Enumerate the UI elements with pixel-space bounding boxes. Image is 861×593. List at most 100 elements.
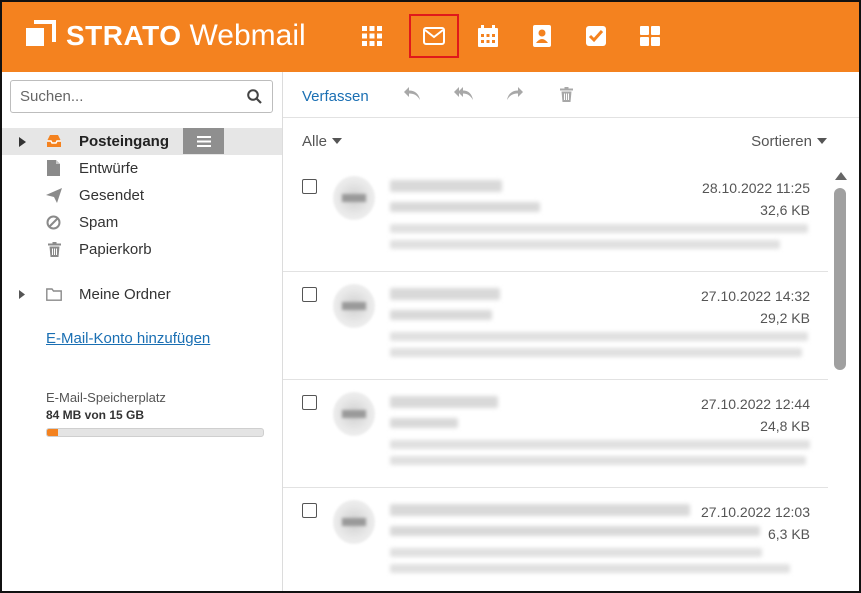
redacted-preview xyxy=(390,224,808,233)
scroll-up-arrow-icon[interactable] xyxy=(835,172,847,180)
apps-grid-button[interactable] xyxy=(347,15,397,57)
redacted-sender xyxy=(390,288,500,300)
draft-icon xyxy=(47,160,60,176)
contacts-app-button[interactable] xyxy=(517,15,567,57)
sort-label: Sortieren xyxy=(751,133,812,150)
search-icon[interactable] xyxy=(247,89,262,104)
contacts-icon xyxy=(533,25,551,47)
list-filter-bar: Alle Sortieren xyxy=(283,118,859,164)
message-row[interactable]: 27.10.2022 14:32 29,2 KB xyxy=(283,272,828,380)
redacted-sender xyxy=(390,180,502,192)
message-size: 29,2 KB xyxy=(760,310,810,326)
product-name: Webmail xyxy=(189,19,306,52)
sender-avatar xyxy=(333,284,375,328)
expand-caret-icon[interactable] xyxy=(19,290,25,299)
message-date: 27.10.2022 14:32 xyxy=(701,288,810,304)
add-email-account-link[interactable]: E-Mail-Konto hinzufügen xyxy=(46,330,210,347)
message-size: 24,8 KB xyxy=(760,418,810,434)
folder-label: Posteingang xyxy=(79,133,170,150)
storage-value: 84 MB von 15 GB xyxy=(46,408,145,422)
scrollbar-thumb[interactable] xyxy=(834,188,846,370)
redacted-sender xyxy=(390,504,690,516)
trash-icon xyxy=(48,242,61,257)
redacted-subject xyxy=(390,202,540,212)
message-date: 28.10.2022 11:25 xyxy=(702,180,810,196)
tasks-icon xyxy=(586,26,606,46)
search-box xyxy=(10,80,273,113)
mail-main-pane: Verfassen Alle Sortieren 28.10.2022 11:2… xyxy=(283,72,859,591)
redacted-preview xyxy=(390,456,806,465)
webmail-window: STRATO Webmail Suchen... Posteingang Ent… xyxy=(0,0,861,593)
inbox-icon xyxy=(47,135,61,147)
redacted-preview xyxy=(390,548,762,557)
folder-trash[interactable]: Papierkorb xyxy=(2,236,282,263)
message-checkbox[interactable] xyxy=(302,503,317,518)
folder-label: Meine Ordner xyxy=(79,286,171,303)
expand-caret-icon[interactable] xyxy=(19,137,26,147)
chevron-down-icon xyxy=(817,138,827,145)
folder-my-folders[interactable]: Meine Ordner xyxy=(2,281,282,308)
folder-label: Gesendet xyxy=(79,187,145,204)
sender-avatar xyxy=(333,392,375,436)
message-checkbox[interactable] xyxy=(302,395,317,410)
redacted-subject xyxy=(390,310,492,320)
calendar-icon xyxy=(478,25,498,47)
folder-sent[interactable]: Gesendet xyxy=(2,182,282,209)
chevron-down-icon xyxy=(332,138,343,145)
calendar-app-button[interactable] xyxy=(463,15,513,57)
sent-icon xyxy=(46,188,62,203)
delete-icon[interactable] xyxy=(560,87,573,102)
filter-label: Alle xyxy=(302,133,328,150)
redacted-preview xyxy=(390,348,802,357)
folder-label: Spam xyxy=(79,214,119,231)
message-row[interactable]: 27.10.2022 12:03 6,3 KB xyxy=(283,488,828,591)
redacted-preview xyxy=(390,564,790,573)
storage-usage-bar xyxy=(46,428,264,437)
strato-logo[interactable]: STRATO Webmail xyxy=(26,18,306,54)
redacted-sender xyxy=(390,396,498,408)
message-list: 28.10.2022 11:25 32,6 KB 27.10.2022 14:3… xyxy=(283,164,828,591)
message-date: 27.10.2022 12:03 xyxy=(701,504,810,520)
message-row[interactable]: 28.10.2022 11:25 32,6 KB xyxy=(283,164,828,272)
redacted-preview xyxy=(390,332,808,341)
reply-all-icon[interactable] xyxy=(454,86,474,101)
strato-logo-mark xyxy=(26,20,58,52)
tasks-app-button[interactable] xyxy=(571,15,621,57)
folder-label: Papierkorb xyxy=(79,241,152,258)
mail-app-button[interactable] xyxy=(409,14,459,58)
sender-avatar xyxy=(333,176,375,220)
message-list-scrollbar[interactable] xyxy=(830,164,850,591)
redacted-preview xyxy=(390,440,810,449)
folder-icon xyxy=(46,288,62,301)
folder-inbox[interactable]: Posteingang xyxy=(2,128,282,155)
folder-sidebar: Posteingang Entwürfe Gesendet xyxy=(2,72,283,591)
filter-dropdown[interactable]: Alle xyxy=(302,133,343,150)
dashboard-app-button[interactable] xyxy=(625,15,675,57)
message-row[interactable]: 27.10.2022 12:44 24,8 KB xyxy=(283,380,828,488)
message-checkbox[interactable] xyxy=(302,179,317,194)
redacted-subject xyxy=(390,526,760,536)
reply-icon[interactable] xyxy=(403,86,421,101)
folder-menu-button[interactable] xyxy=(183,128,224,154)
mail-icon xyxy=(423,27,445,45)
spam-icon xyxy=(46,215,61,230)
mail-toolbar: Verfassen xyxy=(283,72,859,118)
storage-label: E-Mail-Speicherplatz xyxy=(46,390,166,405)
message-checkbox[interactable] xyxy=(302,287,317,302)
redacted-preview xyxy=(390,240,780,249)
top-bar: STRATO Webmail xyxy=(2,2,859,72)
forward-icon[interactable] xyxy=(506,86,524,101)
brand-name: STRATO xyxy=(66,20,182,51)
folder-spam[interactable]: Spam xyxy=(2,209,282,236)
search-input[interactable] xyxy=(11,81,236,112)
sender-avatar xyxy=(333,500,375,544)
apps-grid-icon xyxy=(362,26,382,46)
dashboard-icon xyxy=(640,26,660,46)
hamburger-icon xyxy=(196,135,211,147)
compose-button[interactable]: Verfassen xyxy=(302,88,369,105)
message-size: 6,3 KB xyxy=(767,526,810,542)
message-size: 32,6 KB xyxy=(760,202,810,218)
folder-drafts[interactable]: Entwürfe xyxy=(2,155,282,182)
sort-dropdown[interactable]: Sortieren xyxy=(751,133,827,150)
message-date: 27.10.2022 12:44 xyxy=(701,396,810,412)
